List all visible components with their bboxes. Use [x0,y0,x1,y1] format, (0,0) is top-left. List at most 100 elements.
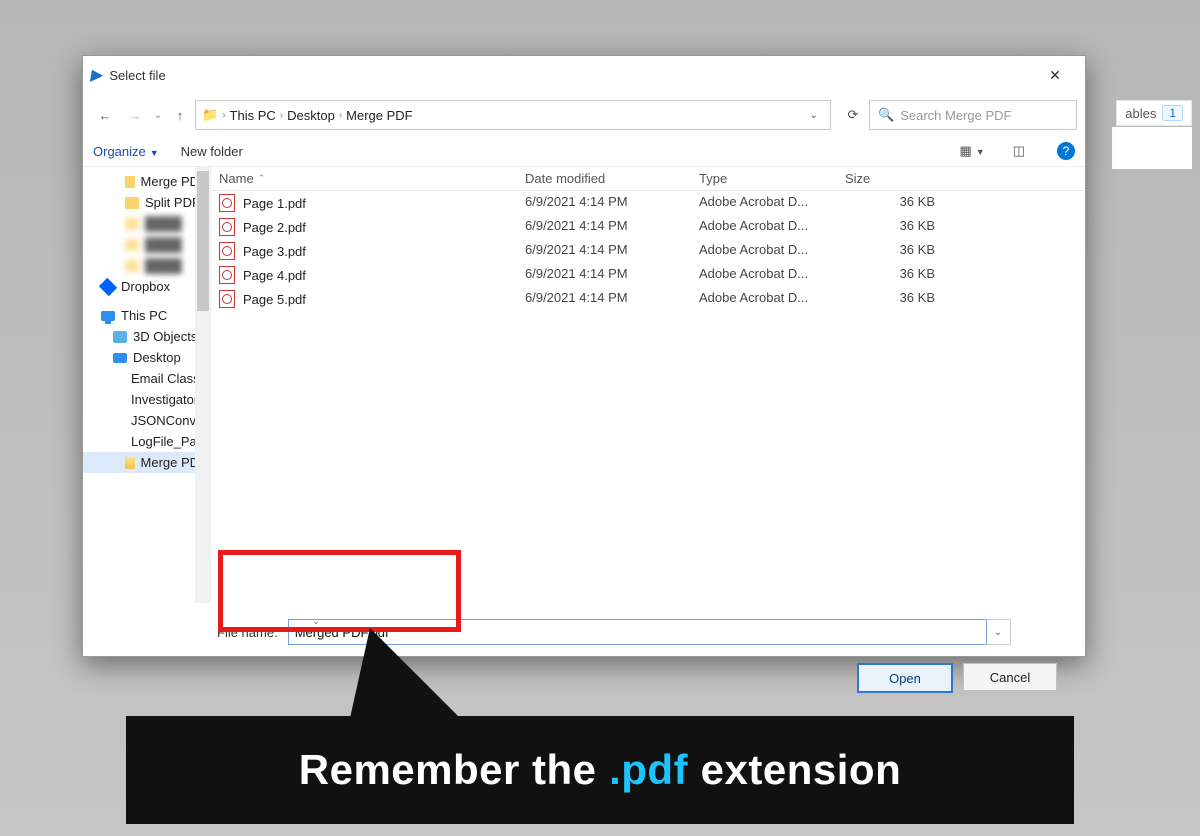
file-size: 36 KB [837,218,943,236]
file-type: Adobe Acrobat D... [691,242,837,260]
file-type: Adobe Acrobat D... [691,218,837,236]
tree-item-blurred[interactable]: ████ [83,234,211,255]
col-size[interactable]: Size [837,171,943,186]
file-type: Adobe Acrobat D... [691,194,837,212]
file-row[interactable]: Page 4.pdf6/9/2021 4:14 PMAdobe Acrobat … [211,263,1085,287]
folder-open-icon [125,457,135,469]
pdf-icon [219,290,235,308]
cancel-button[interactable]: Cancel [963,663,1057,691]
titlebar: Select file ✕ [83,56,1085,94]
file-name: Page 2.pdf [243,220,306,235]
search-icon: 🔍 [878,107,894,123]
tree-item-dropbox[interactable]: Dropbox [83,276,211,297]
help-button[interactable]: ? [1057,142,1075,160]
file-size: 36 KB [837,290,943,308]
address-bar[interactable]: 📁 › This PC › Desktop › Merge PDF ⌄ [195,100,831,130]
bg-tab-label: ables [1125,106,1156,121]
toolbar: Organize▼ New folder ▦▼ ◫ ? [83,136,1085,167]
filename-label: File name: [217,625,278,640]
file-open-dialog: Select file ✕ ← → ⌄ ↑ 📁 › This PC › Desk… [82,55,1086,657]
tree-item-investigator[interactable]: Investigator_2.l [83,389,211,410]
desktop-icon [113,353,127,363]
tree-item-splitpdf[interactable]: Split PDF [83,192,211,213]
search-input[interactable]: 🔍 Search Merge PDF [869,100,1077,130]
file-size: 36 KB [837,266,943,284]
view-options-button[interactable]: ▦▼ [959,143,984,159]
folder-icon [125,218,139,230]
file-row[interactable]: Page 3.pdf6/9/2021 4:14 PMAdobe Acrobat … [211,239,1085,263]
tree-item-thispc[interactable]: This PC [83,305,211,326]
nav-back-button[interactable]: ← [91,108,119,123]
callout-box: Remember the .pdf extension [126,716,1074,824]
pdf-icon [219,218,235,236]
file-row[interactable]: Page 5.pdf 6/9/2021 4:14 PMAdobe Acrobat … [211,287,1085,311]
nav-forward-button[interactable]: → [121,108,149,123]
file-name: Page 1.pdf [243,196,306,211]
nav-up-button[interactable]: ↑ [167,108,193,123]
callout-highlight: .pdf [609,746,688,794]
file-name: Page 4.pdf [243,268,306,283]
pdf-icon [219,194,235,212]
file-size: 36 KB [837,242,943,260]
background-tab: ables 1 [1116,100,1192,126]
tree-item-3dobjects[interactable]: 3D Objects [83,326,211,347]
address-dropdown[interactable]: ⌄ [804,110,824,121]
tree-item-desktop[interactable]: Desktop [83,347,211,368]
tree-item-mergepdf[interactable]: Merge PDF [83,171,211,192]
file-date: 6/9/2021 4:14 PM [517,218,691,236]
organize-menu[interactable]: Organize▼ [93,144,159,159]
sort-asc-icon: ⌃ [258,173,266,184]
preview-pane-button[interactable]: ◫ [1013,143,1025,159]
folder-icon: 📁 [202,107,218,123]
folder-icon [125,176,135,188]
tree-item-mergepdf-selected[interactable]: Merge PDF [83,452,211,473]
monitor-icon [101,311,115,321]
nav-tree[interactable]: Merge PDF Split PDF ████ ████ ████ Dropb… [83,167,211,603]
tree-scrollbar[interactable] [195,167,211,603]
folder-icon [125,197,139,209]
tree-expand-chevron[interactable]: ⌄ [301,603,331,627]
col-name[interactable]: Name ⌃ [211,171,517,186]
app-icon [89,65,105,85]
pdf-icon [219,242,235,260]
file-date: 6/9/2021 4:14 PM [517,266,691,284]
file-name: Page 3.pdf [243,244,306,259]
file-type: Adobe Acrobat D... [691,290,837,308]
tree-item-emailclass[interactable]: Email Classifica [83,368,211,389]
chevron-right-icon: › [280,110,283,121]
file-row[interactable]: Page 1.pdf 6/9/2021 4:14 PMAdobe Acrobat … [211,191,1085,215]
tree-item-blurred[interactable]: ████ [83,213,211,234]
chevron-right-icon: › [222,110,225,121]
file-list: Name ⌃ Date modified Type Size Page 1.pd… [211,167,1085,603]
filename-history-dropdown[interactable]: ⌄ [986,619,1011,645]
open-button[interactable]: Open [857,663,953,693]
new-folder-button[interactable]: New folder [181,144,243,159]
callout-pointer [350,628,460,718]
folder-icon [125,239,139,251]
callout-text-before: Remember the [299,746,597,794]
nav-history-dropdown[interactable]: ⌄ [151,110,165,121]
file-row[interactable]: Page 2.pdf 6/9/2021 4:14 PMAdobe Acrobat … [211,215,1085,239]
tree-item-logfile[interactable]: LogFile_Parser [83,431,211,452]
crumb-thispc[interactable]: This PC [230,108,276,123]
bg-tab-count: 1 [1162,105,1183,121]
close-button[interactable]: ✕ [1033,67,1077,84]
scrollbar-thumb[interactable] [197,171,209,311]
pdf-icon [219,266,235,284]
file-name: Page 5.pdf [243,292,306,307]
col-date[interactable]: Date modified [517,171,691,186]
dropbox-icon [99,277,117,295]
cube-icon [113,331,127,343]
search-placeholder: Search Merge PDF [900,108,1011,123]
nav-row: ← → ⌄ ↑ 📁 › This PC › Desktop › Merge PD… [83,94,1085,136]
file-date: 6/9/2021 4:14 PM [517,194,691,212]
tree-item-blurred[interactable]: ████ [83,255,211,276]
column-headers[interactable]: Name ⌃ Date modified Type Size [211,167,1085,191]
file-date: 6/9/2021 4:14 PM [517,290,691,308]
tree-item-jsonconv[interactable]: JSONConversio [83,410,211,431]
col-type[interactable]: Type [691,171,837,186]
refresh-button[interactable]: ⟳ [839,107,867,123]
crumb-mergepdf[interactable]: Merge PDF [346,108,412,123]
crumb-desktop[interactable]: Desktop [287,108,335,123]
callout-text-after: extension [701,746,902,794]
